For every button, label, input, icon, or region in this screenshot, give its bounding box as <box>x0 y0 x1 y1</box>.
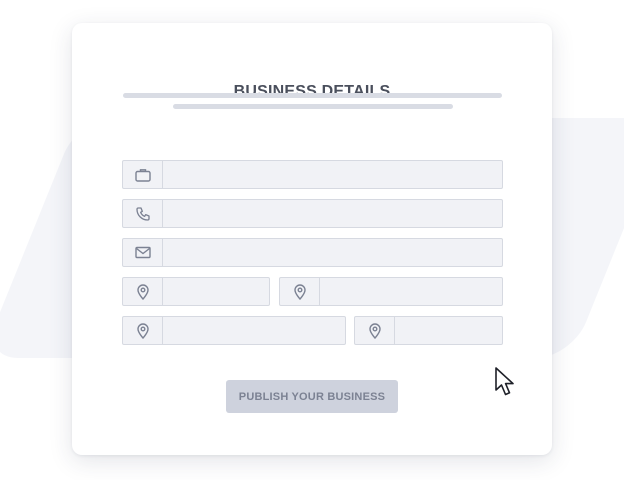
email-field <box>122 238 503 267</box>
location-field-4 <box>354 316 503 345</box>
map-pin-icon <box>123 278 163 305</box>
briefcase-icon <box>123 161 163 188</box>
subtitle-placeholder-line <box>123 93 502 98</box>
business-name-input[interactable] <box>163 161 502 188</box>
location-field-2 <box>279 277 503 306</box>
location-input-3[interactable] <box>163 317 345 344</box>
map-pin-icon <box>123 317 163 344</box>
envelope-icon <box>123 239 163 266</box>
publish-business-button[interactable]: PUBLISH YOUR BUSINESS <box>226 380 398 413</box>
business-details-card: BUSINESS DETAILS PUBLISH YOUR BUSINESS <box>72 23 552 455</box>
business-name-field <box>122 160 503 189</box>
phone-icon <box>123 200 163 227</box>
location-input-2[interactable] <box>320 278 502 305</box>
location-input-4[interactable] <box>395 317 502 344</box>
mouse-pointer-icon <box>495 367 514 396</box>
location-field-3 <box>122 316 346 345</box>
phone-field <box>122 199 503 228</box>
map-pin-icon <box>355 317 395 344</box>
phone-input[interactable] <box>163 200 502 227</box>
map-pin-icon <box>280 278 320 305</box>
location-input-1[interactable] <box>163 278 269 305</box>
subtitle-placeholder-line-short <box>173 104 453 109</box>
email-input[interactable] <box>163 239 502 266</box>
form-title: BUSINESS DETAILS <box>233 83 391 100</box>
location-field-1 <box>122 277 270 306</box>
